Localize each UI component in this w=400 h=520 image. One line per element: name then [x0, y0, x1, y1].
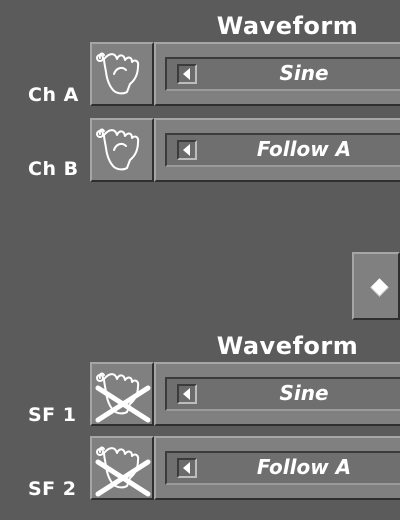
section-2-header: Waveform [216, 332, 359, 360]
ch-b-waveform-field: Follow A [165, 133, 400, 167]
diamond-icon [370, 278, 389, 297]
sf-1-waveform-value: Sine [279, 381, 329, 405]
waveform-settings-panel: Waveform Ch A Sine Ch B Follow A Wavefor… [0, 0, 400, 520]
hand-pointer-icon [96, 52, 140, 95]
sf-2-waveform-selector[interactable]: Follow A [154, 436, 400, 500]
diamond-toggle-button[interactable] [352, 252, 400, 320]
ch-a-enable-button[interactable] [90, 42, 154, 106]
ch-b-enable-button[interactable] [90, 118, 154, 182]
sf-1-waveform-field: Sine [165, 377, 400, 411]
hand-pointer-crossed-icon [95, 372, 151, 423]
sf-1-enable-button[interactable] [90, 362, 154, 426]
ch-a-waveform-selector[interactable]: Sine [154, 42, 400, 106]
row-label-sf-2: SF 2 [28, 478, 77, 500]
sf-2-enable-button[interactable] [90, 436, 154, 500]
sf-1-waveform-selector[interactable]: Sine [154, 362, 400, 426]
row-label-ch-a: Ch A [28, 84, 79, 106]
hand-pointer-icon [96, 128, 140, 171]
ch-b-waveform-value: Follow A [256, 137, 352, 161]
row-label-sf-1: SF 1 [28, 404, 77, 426]
row-label-ch-b: Ch B [28, 158, 79, 180]
left-arrow-icon[interactable] [177, 458, 197, 478]
ch-a-waveform-field: Sine [165, 57, 400, 91]
sf-2-waveform-value: Follow A [256, 455, 352, 479]
ch-b-waveform-selector[interactable]: Follow A [154, 118, 400, 182]
hand-pointer-crossed-icon [95, 446, 151, 497]
left-arrow-icon[interactable] [177, 64, 197, 84]
left-arrow-icon[interactable] [177, 384, 197, 404]
left-arrow-icon[interactable] [177, 140, 197, 160]
sf-2-waveform-field: Follow A [165, 451, 400, 485]
section-1-header: Waveform [216, 12, 359, 40]
ch-a-waveform-value: Sine [279, 61, 329, 85]
